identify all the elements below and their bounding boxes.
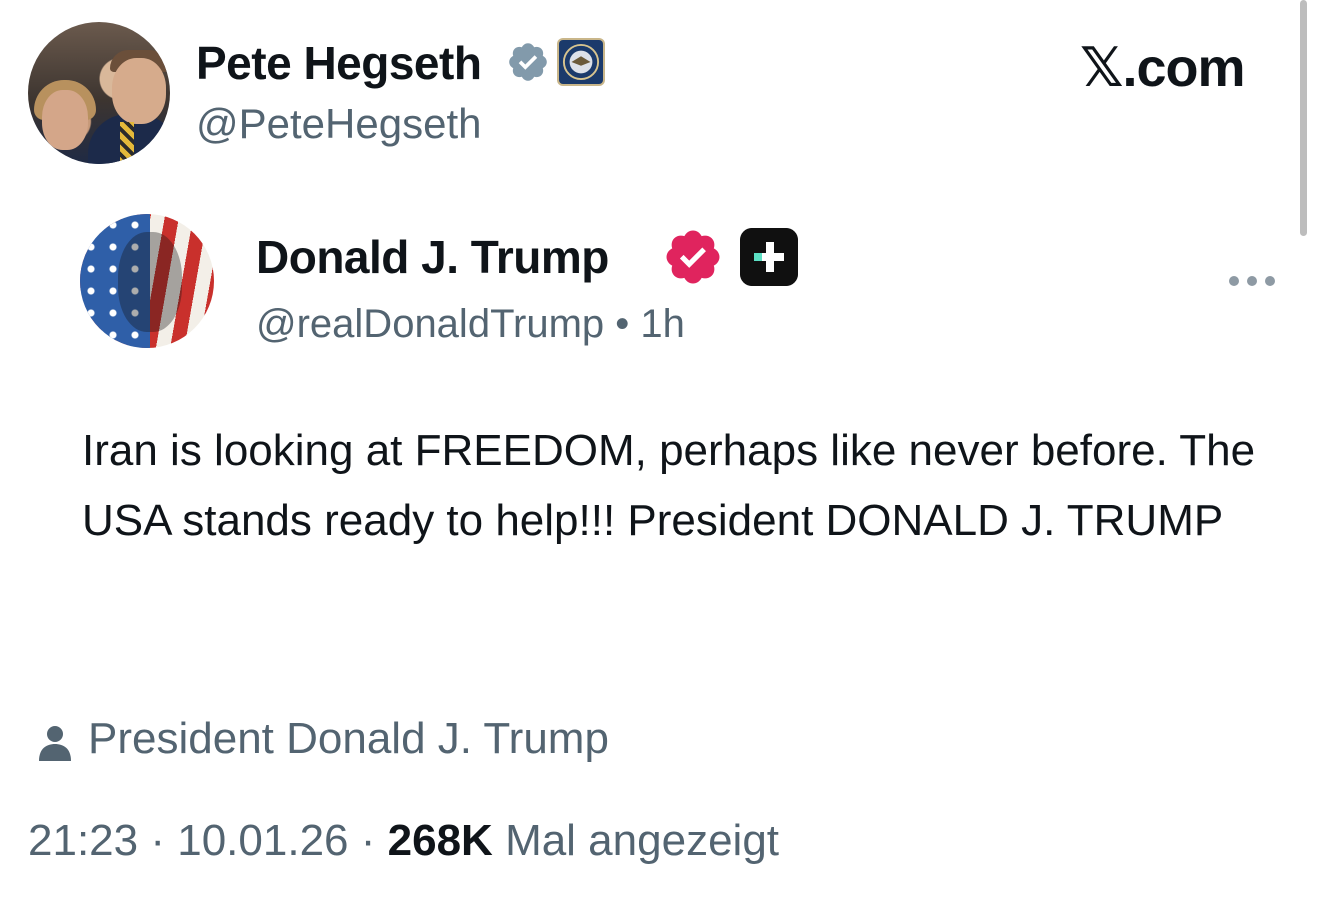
brand-label: 𝕏.com	[1080, 38, 1246, 98]
meta-separator: ·	[360, 816, 376, 865]
views-label: Mal angezeigt	[505, 816, 780, 865]
dod-seal-icon	[557, 38, 605, 86]
meta-separator: ·	[150, 816, 165, 865]
person-icon	[39, 726, 71, 761]
embedded-post-time[interactable]: 1h	[640, 302, 685, 346]
scrollbar[interactable]	[1300, 0, 1307, 236]
more-options-icon[interactable]	[1226, 266, 1278, 296]
red-verified-badge-icon	[666, 230, 720, 284]
embedded-author-name[interactable]: Donald J. Trump	[256, 230, 609, 284]
post-time[interactable]: 21:23	[28, 816, 138, 865]
truth-social-plus-icon	[740, 228, 798, 286]
embedded-post-text: Iran is looking at FREEDOM, perhaps like…	[82, 426, 1256, 545]
handle-separator: •	[615, 302, 630, 346]
verified-badge-icon	[509, 43, 547, 81]
author-handle[interactable]: @PeteHegseth	[196, 100, 481, 148]
post-meta: 21:23 · 10.01.26 · 268K Mal angezeigt	[28, 816, 779, 866]
embedded-author-handle[interactable]: @realDonaldTrump	[256, 302, 604, 346]
attribution-label: President Donald J. Trump	[88, 714, 609, 763]
embedded-author-avatar[interactable]	[80, 214, 214, 348]
post-date[interactable]: 10.01.26	[177, 816, 348, 865]
views-count[interactable]: 268K	[388, 816, 493, 865]
embedded-author-handle-row: @realDonaldTrump • 1h	[256, 302, 685, 347]
author-avatar[interactable]	[28, 22, 170, 164]
author-name[interactable]: Pete Hegseth	[196, 36, 482, 90]
post-screenshot: Pete Hegseth @PeteHegseth 𝕏.com Donald J…	[0, 0, 1320, 908]
